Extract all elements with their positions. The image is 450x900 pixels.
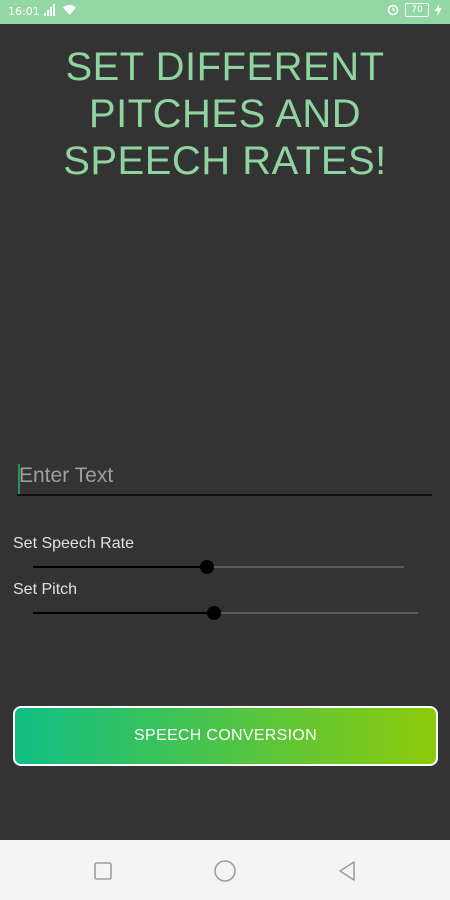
title-line: SPEECH RATES!: [63, 139, 387, 183]
home-button[interactable]: [212, 858, 238, 884]
home-circle-icon: [214, 860, 236, 882]
signal-icon: [44, 4, 55, 16]
status-bar: 16:01 70: [0, 0, 450, 24]
title-line: PITCHES AND: [88, 92, 362, 136]
charging-icon: [435, 4, 442, 16]
pitch-label: Set Pitch: [13, 581, 78, 598]
speech-rate-thumb[interactable]: [200, 560, 215, 574]
speech-rate-slider[interactable]: [33, 557, 404, 577]
pitch-fill: [33, 612, 214, 614]
speech-conversion-button[interactable]: SPEECH CONVERSION: [13, 706, 438, 766]
text-input[interactable]: [17, 458, 432, 494]
navigation-bar: [0, 840, 450, 900]
status-time: 16:01: [8, 5, 40, 18]
text-input-field[interactable]: [17, 458, 432, 496]
alarm-icon: [387, 4, 399, 16]
status-right-icons: 70: [387, 3, 442, 17]
speech-conversion-label: SPEECH CONVERSION: [134, 727, 317, 744]
back-triangle-icon: [339, 861, 355, 881]
recents-square-icon: [94, 862, 112, 880]
battery-icon: 70: [405, 3, 429, 17]
recents-button[interactable]: [90, 858, 116, 884]
title-line: SET DIFFERENT: [65, 45, 385, 89]
status-left-icons: [44, 4, 77, 16]
back-button[interactable]: [334, 858, 360, 884]
speech-rate-fill: [33, 566, 208, 568]
wifi-icon: [63, 5, 76, 15]
pitch-thumb[interactable]: [206, 606, 221, 620]
pitch-slider[interactable]: [33, 603, 418, 623]
speech-rate-label: Set Speech Rate: [13, 535, 134, 552]
page-title: SET DIFFERENT PITCHES AND SPEECH RATES!: [0, 44, 450, 185]
